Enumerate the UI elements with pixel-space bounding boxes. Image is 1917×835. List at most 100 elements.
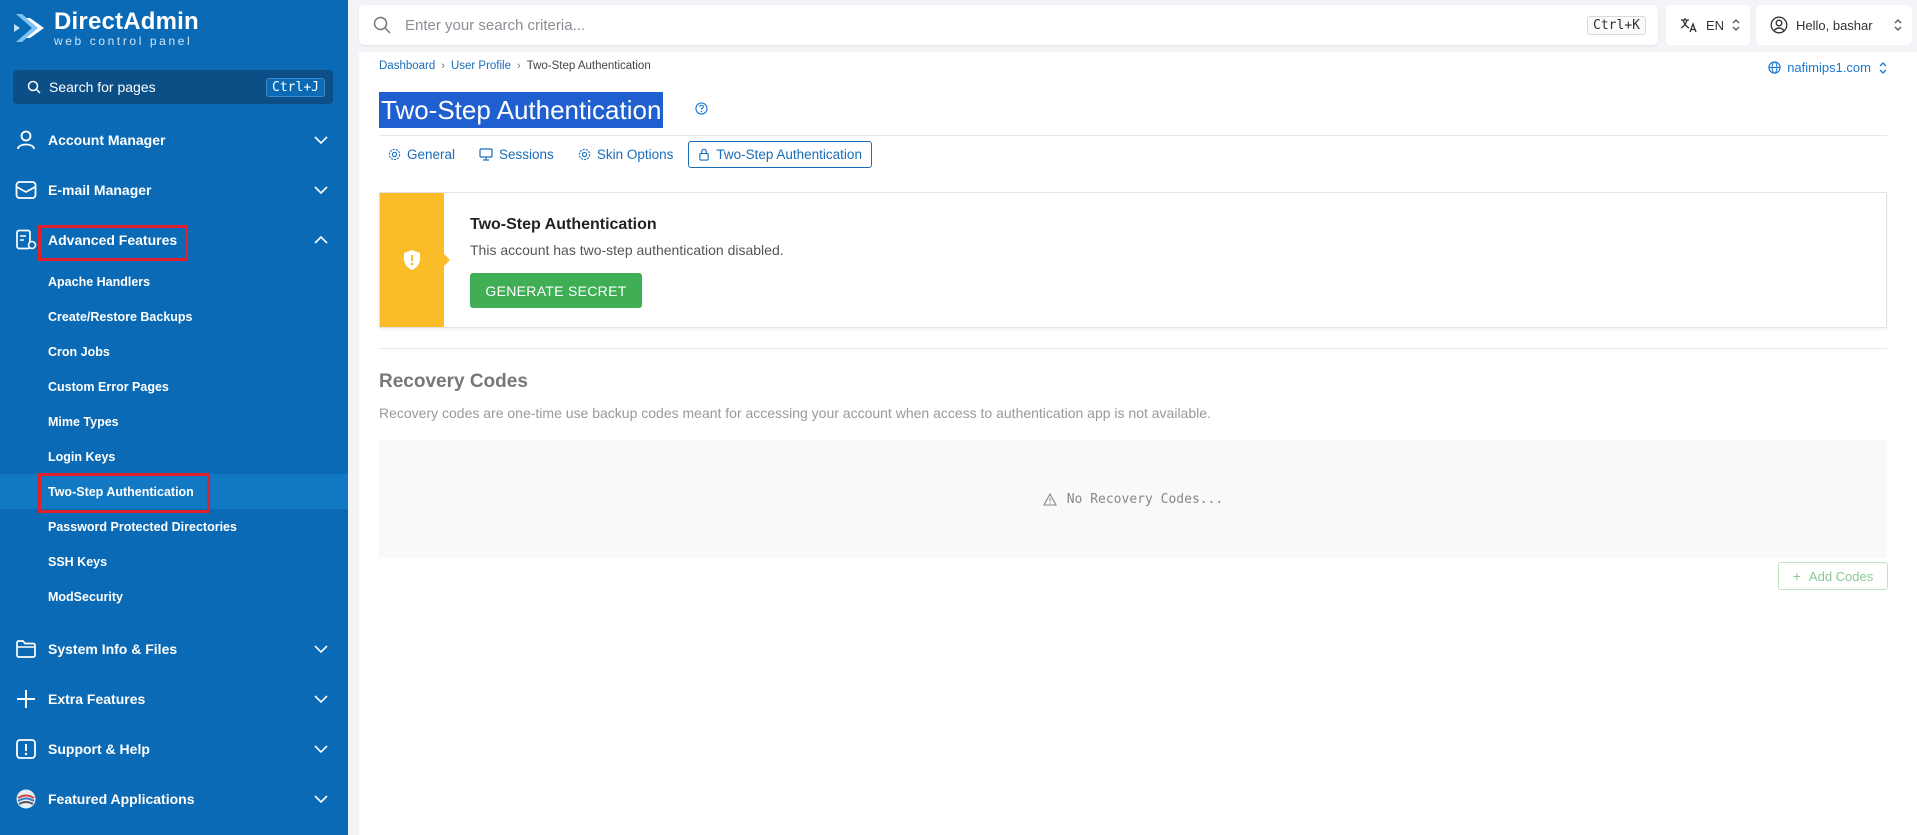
sidebar-search-shortcut: Ctrl+J [266, 77, 325, 97]
breadcrumb: Dashboard › User Profile › Two-Step Auth… [379, 60, 651, 72]
card-pointer [444, 254, 450, 266]
language-label: EN [1706, 17, 1725, 33]
breadcrumb-dashboard[interactable]: Dashboard [379, 60, 435, 72]
tab-two-step-authentication[interactable]: Two-Step Authentication [688, 141, 872, 168]
help-icon[interactable] [695, 102, 708, 120]
tab-label: Sessions [499, 147, 554, 162]
recovery-codes-empty-state: No Recovery Codes... [379, 440, 1887, 558]
search-icon [27, 80, 41, 94]
card-title: Two-Step Authentication [470, 216, 657, 233]
logo-tagline: web control panel [54, 34, 193, 48]
exclamation-icon [14, 737, 38, 761]
sidebar-section-email-manager[interactable]: E-mail Manager [0, 170, 348, 210]
globe-icon [1768, 61, 1781, 74]
user-menu[interactable]: Hello, bashar [1756, 5, 1912, 45]
domain-selector[interactable]: nafimips1.com [1768, 60, 1887, 75]
folder-icon [14, 637, 38, 661]
sidebar-item-custom-error-pages[interactable]: Custom Error Pages [0, 369, 348, 404]
sidebar: DirectAdmin web control panel Search for… [0, 0, 348, 835]
user-circle-icon [1770, 16, 1788, 34]
breadcrumb-current: Two-Step Authentication [526, 60, 651, 72]
tab-sessions[interactable]: Sessions [470, 142, 563, 167]
empty-state-text: No Recovery Codes... [1066, 491, 1224, 507]
sidebar-item-modsecurity[interactable]: ModSecurity [0, 579, 348, 614]
global-search-placeholder: Enter your search criteria... [405, 16, 586, 34]
chevron-updown-icon [1894, 19, 1902, 31]
sidebar-item-login-keys[interactable]: Login Keys [0, 439, 348, 474]
chevron-down-icon [306, 136, 336, 144]
chevron-updown-icon [1732, 19, 1740, 31]
search-icon [373, 16, 391, 34]
sidebar-section-label: System Info & Files [48, 641, 178, 657]
sidebar-item-create-restore-backups[interactable]: Create/Restore Backups [0, 299, 348, 334]
page-title: Two-Step Authentication [379, 92, 664, 128]
card-accent-strip [380, 193, 444, 327]
add-codes-label: Add Codes [1808, 568, 1874, 584]
global-search-shortcut: Ctrl+K [1587, 15, 1646, 35]
sidebar-section-account-manager[interactable]: Account Manager [0, 120, 348, 160]
generate-secret-button[interactable]: GENERATE SECRET [470, 273, 642, 308]
domain-label: nafimips1.com [1787, 60, 1871, 75]
sidebar-section-label: E-mail Manager [48, 182, 152, 198]
envelope-icon [14, 178, 38, 202]
chevron-down-icon [306, 795, 336, 803]
chevron-down-icon [306, 186, 336, 194]
breadcrumb-user-profile[interactable]: User Profile [451, 60, 511, 72]
user-greeting: Hello, bashar [1796, 17, 1873, 33]
advanced-features-icon [14, 228, 38, 252]
monitor-icon [479, 148, 493, 161]
sidebar-item-apache-handlers[interactable]: Apache Handlers [0, 264, 348, 299]
logo-mark-icon [12, 8, 48, 48]
warning-icon [1042, 492, 1057, 506]
tab-label: Two-Step Authentication [716, 147, 862, 162]
chevron-updown-icon [1879, 61, 1887, 74]
user-icon [14, 128, 38, 152]
sidebar-section-label: Extra Features [48, 691, 146, 707]
lock-icon [699, 148, 710, 161]
translate-icon [1680, 18, 1697, 33]
logo-title: DirectAdmin [54, 8, 199, 35]
sidebar-search-label: Search for pages [49, 79, 156, 95]
breadcrumb-separator-icon: › [441, 60, 445, 72]
sidebar-item-ssh-keys[interactable]: SSH Keys [0, 544, 348, 579]
sidebar-item-password-protected-directories[interactable]: Password Protected Directories [0, 509, 348, 544]
plus-icon: + [1792, 568, 1801, 584]
sidebar-section-label: Support & Help [48, 741, 150, 757]
breadcrumb-separator-icon: › [517, 60, 521, 72]
plus-icon [14, 687, 38, 711]
highlight-box-advanced-features [38, 225, 188, 261]
sidebar-section-support-help[interactable]: Support & Help [0, 729, 348, 769]
tab-label: Skin Options [596, 147, 674, 162]
chevron-up-icon [306, 236, 336, 244]
global-search-input[interactable]: Enter your search criteria... Ctrl+K [359, 5, 1658, 45]
divider [379, 135, 1887, 136]
sidebar-section-system-info-files[interactable]: System Info & Files [0, 629, 348, 669]
sidebar-section-featured-applications[interactable]: Featured Applications [0, 779, 348, 819]
profile-tabs: General Sessions Skin Options Two-Step A… [379, 141, 878, 168]
sidebar-section-label: Featured Applications [48, 791, 195, 807]
recovery-codes-title: Recovery Codes [379, 371, 528, 392]
sidebar-item-cron-jobs[interactable]: Cron Jobs [0, 334, 348, 369]
chevron-down-icon [306, 695, 336, 703]
gear-icon [578, 148, 590, 161]
divider [379, 348, 1887, 349]
language-selector[interactable]: EN [1666, 5, 1750, 45]
sidebar-item-mime-types[interactable]: Mime Types [0, 404, 348, 439]
add-codes-button[interactable]: + Add Codes [1778, 562, 1888, 590]
chevron-down-icon [306, 745, 336, 753]
two-step-status-card: Two-Step Authentication This account has… [379, 192, 1887, 328]
tab-general[interactable]: General [379, 142, 464, 167]
highlight-box-two-step-authentication [38, 473, 210, 513]
sidebar-search[interactable]: Search for pages Ctrl+J [13, 70, 333, 104]
gear-icon [388, 148, 401, 161]
sidebar-section-extra-features[interactable]: Extra Features [0, 679, 348, 719]
chevron-down-icon [306, 645, 336, 653]
tab-skin-options[interactable]: Skin Options [569, 142, 683, 167]
main-panel: Dashboard › User Profile › Two-Step Auth… [359, 52, 1917, 835]
recovery-codes-description: Recovery codes are one-time use backup c… [379, 405, 1211, 421]
tab-label: General [407, 147, 456, 162]
apps-icon [14, 787, 38, 811]
card-description: This account has two-step authentication… [470, 242, 784, 258]
sidebar-section-label: Account Manager [48, 132, 166, 148]
directadmin-logo[interactable]: DirectAdmin web control panel [12, 8, 199, 48]
